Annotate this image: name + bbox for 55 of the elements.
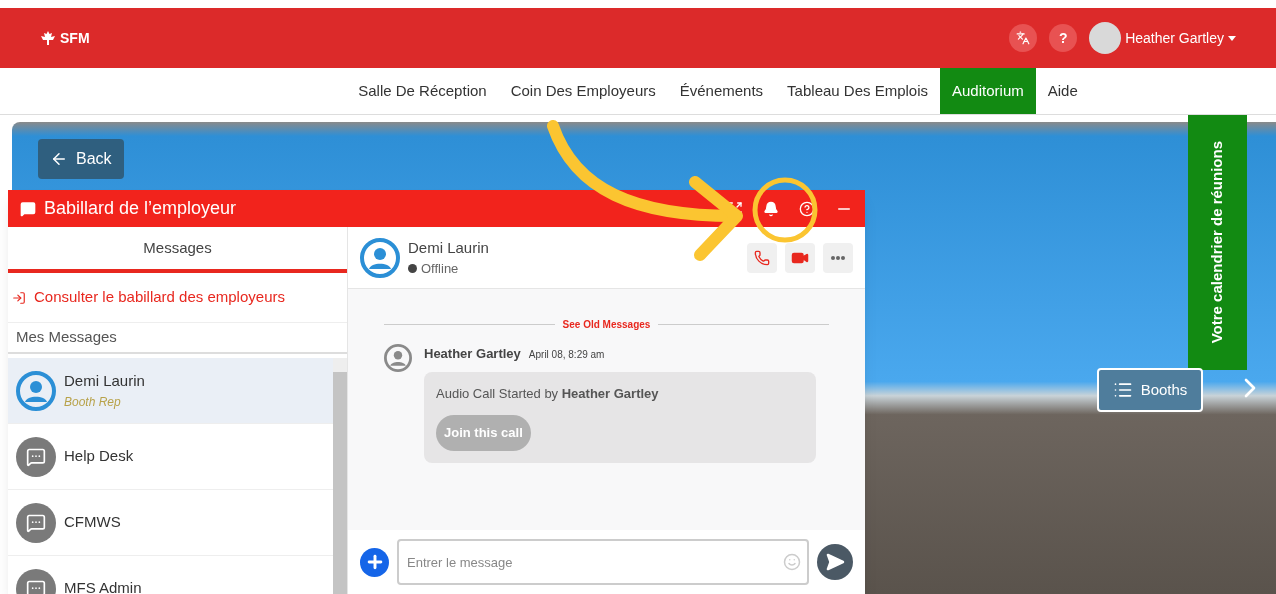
nav-tab[interactable]: Tableau Des Emplois [775, 68, 940, 114]
contact-name: MFS Admin [64, 578, 142, 594]
contact-item[interactable]: CFMWS [8, 490, 333, 556]
user-avatar-icon [384, 344, 412, 372]
translate-icon [1016, 31, 1031, 45]
send-icon [825, 552, 845, 572]
message-author: Heather Gartley [424, 345, 521, 363]
chat-icon [20, 200, 36, 217]
panel-title: Babillard de l’employeur [44, 197, 238, 220]
section-heading: Mes Messages [8, 323, 347, 354]
nav-tab[interactable]: Événements [667, 68, 776, 114]
board-link[interactable]: Consulter le babillard des employeurs [8, 273, 347, 323]
nav-tab[interactable]: Coin Des Employeurs [498, 68, 668, 114]
user-menu[interactable]: Heather Gartley [1089, 22, 1236, 54]
user-avatar-icon [360, 237, 400, 278]
nav-tab[interactable]: Auditorium [940, 68, 1036, 114]
add-attachment-icon[interactable] [360, 547, 389, 577]
chat-bubble-icon [16, 502, 56, 543]
message-input[interactable]: Entrer le message [397, 539, 809, 585]
maple-leaf-icon [40, 31, 56, 45]
annotation-circle [752, 177, 818, 243]
contact-name: CFMWS [64, 512, 121, 533]
message-time: April 08, 8:29 am [528, 348, 605, 362]
language-button[interactable] [1009, 24, 1038, 52]
contact-item[interactable]: MFS Admin [8, 556, 333, 594]
booths-button[interactable]: Booths [1097, 368, 1203, 412]
status-text: Offline [421, 260, 459, 278]
messages-tab[interactable]: Messages [8, 227, 347, 273]
notification-icon[interactable] [763, 200, 779, 217]
message-text: Audio Call Started by Heather Gartley [436, 384, 659, 403]
back-button[interactable]: Back [38, 139, 124, 179]
caret-icon [1228, 35, 1236, 41]
contact-name: Demi Laurin [408, 237, 490, 258]
help-icon[interactable] [799, 200, 815, 217]
contact-item[interactable]: Demi Laurin Booth Rep [8, 358, 333, 424]
calendar-tab[interactable]: Votre calendrier de réunions [1188, 115, 1247, 370]
more-icon [831, 255, 845, 260]
send-button[interactable] [817, 544, 853, 580]
sign-in-icon [12, 290, 26, 305]
logo: SFM [40, 28, 90, 48]
list-icon [1112, 380, 1133, 400]
nav-tab[interactable]: Salle De Réception [346, 68, 499, 114]
contact-name: Demi Laurin [64, 371, 145, 392]
audio-call-button[interactable] [747, 242, 777, 273]
nav-tab[interactable]: Aide [1035, 68, 1090, 114]
phone-icon [754, 249, 770, 266]
contact-role: Booth Rep [64, 393, 122, 411]
old-messages-link[interactable]: See Old Messages [562, 317, 651, 332]
user-avatar-icon [16, 370, 56, 411]
video-call-button[interactable] [785, 242, 815, 273]
more-button[interactable] [823, 242, 853, 273]
chat-bubble-icon [16, 436, 56, 477]
contact-item[interactable]: Help Desk [8, 424, 333, 490]
contact-name: Help Desk [64, 446, 134, 467]
help-button[interactable]: ? [1049, 24, 1078, 52]
